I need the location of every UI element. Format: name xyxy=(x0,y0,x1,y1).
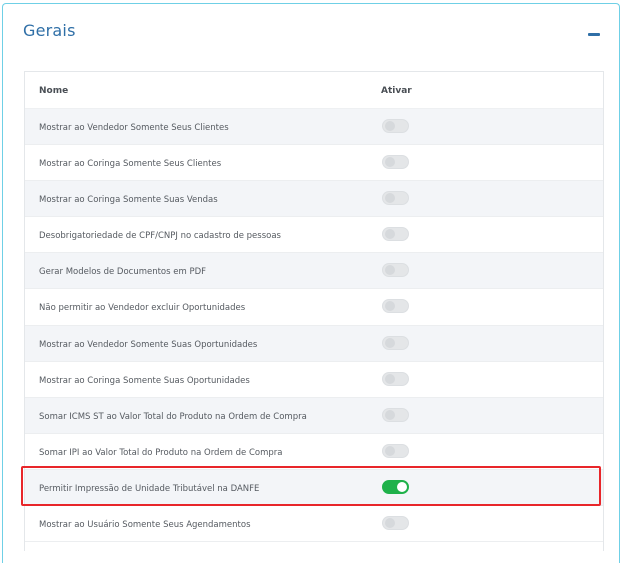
toggle-switch[interactable] xyxy=(382,479,409,494)
toggle-switch[interactable] xyxy=(382,263,409,278)
column-header-ativar: Ativar xyxy=(381,86,412,96)
table-row: Não permitir ao Vendedor excluir Oportun… xyxy=(25,289,603,326)
toggle-switch[interactable] xyxy=(382,299,409,314)
table-row: Mostrar ao Coringa Somente Suas Vendas xyxy=(25,181,603,218)
setting-label: Somar IPI ao Valor Total do Produto na O… xyxy=(39,447,283,458)
toggle-switch[interactable] xyxy=(382,516,409,531)
settings-table: Nome Ativar Mostrar ao Vendedor Somente … xyxy=(24,71,604,551)
table-row: Mostrar ao Vendedor Somente Suas Oportun… xyxy=(25,325,603,362)
table-body: Mostrar ao Vendedor Somente Seus Cliente… xyxy=(25,109,603,543)
toggle-knob xyxy=(385,373,395,384)
toggle-knob xyxy=(385,121,395,131)
toggle-knob xyxy=(385,157,395,168)
table-row: Desobrigatoriedade de CPF/CNPJ no cadast… xyxy=(25,217,603,254)
table-row: Mostrar ao Vendedor Somente Seus Cliente… xyxy=(25,109,603,146)
table-header: Nome Ativar xyxy=(25,72,603,109)
table-row: Permitir Impressão de Unidade Tributável… xyxy=(25,469,603,507)
setting-label: Desobrigatoriedade de CPF/CNPJ no cadast… xyxy=(39,231,281,242)
setting-label: Somar ICMS ST ao Valor Total do Produto … xyxy=(39,411,307,422)
toggle-switch[interactable] xyxy=(382,119,409,133)
setting-label: Mostrar ao Coringa Somente Suas Vendas xyxy=(39,195,218,206)
toggle-knob xyxy=(385,445,395,456)
setting-label: Mostrar ao Vendedor Somente Seus Cliente… xyxy=(39,123,229,133)
toggle-knob xyxy=(397,481,407,492)
toggle-knob xyxy=(385,265,395,276)
table-row: Mostrar ao Usuário Somente Seus Agendame… xyxy=(25,506,603,543)
toggle-switch[interactable] xyxy=(382,443,409,458)
section-title: Gerais xyxy=(23,21,76,40)
toggle-switch[interactable] xyxy=(382,191,409,206)
section-panel: Gerais Nome Ativar Mostrar ao Vendedor S… xyxy=(2,3,620,563)
setting-label: Mostrar ao Coringa Somente Seus Clientes xyxy=(39,159,222,170)
column-header-nome: Nome xyxy=(39,86,69,96)
toggle-knob xyxy=(385,229,395,240)
setting-label: Mostrar ao Vendedor Somente Suas Oportun… xyxy=(39,339,258,350)
setting-label: Mostrar ao Usuário Somente Seus Agendame… xyxy=(39,520,251,531)
toggle-switch[interactable] xyxy=(382,371,409,386)
setting-label: Mostrar ao Coringa Somente Suas Oportuni… xyxy=(39,375,250,386)
toggle-switch[interactable] xyxy=(382,155,409,170)
toggle-knob xyxy=(385,301,395,312)
toggle-knob xyxy=(385,409,395,420)
table-row: Mostrar ao Coringa Somente Seus Clientes xyxy=(25,145,603,182)
setting-label: Não permitir ao Vendedor excluir Oportun… xyxy=(39,303,246,314)
toggle-knob xyxy=(385,518,395,529)
table-row: Somar IPI ao Valor Total do Produto na O… xyxy=(25,433,603,470)
toggle-switch[interactable] xyxy=(382,335,409,350)
table-row: Somar ICMS ST ao Valor Total do Produto … xyxy=(25,397,603,434)
table-row: Mostrar ao Coringa Somente Suas Oportuni… xyxy=(25,361,603,398)
setting-label: Permitir Impressão de Unidade Tributável… xyxy=(39,483,260,494)
setting-label: Gerar Modelos de Documentos em PDF xyxy=(39,267,207,278)
table-row: Gerar Modelos de Documentos em PDF xyxy=(25,253,603,290)
toggle-knob xyxy=(385,337,395,348)
toggle-knob xyxy=(385,193,395,204)
toggle-switch[interactable] xyxy=(382,407,409,422)
minus-icon[interactable] xyxy=(588,31,602,37)
toggle-switch[interactable] xyxy=(382,227,409,242)
